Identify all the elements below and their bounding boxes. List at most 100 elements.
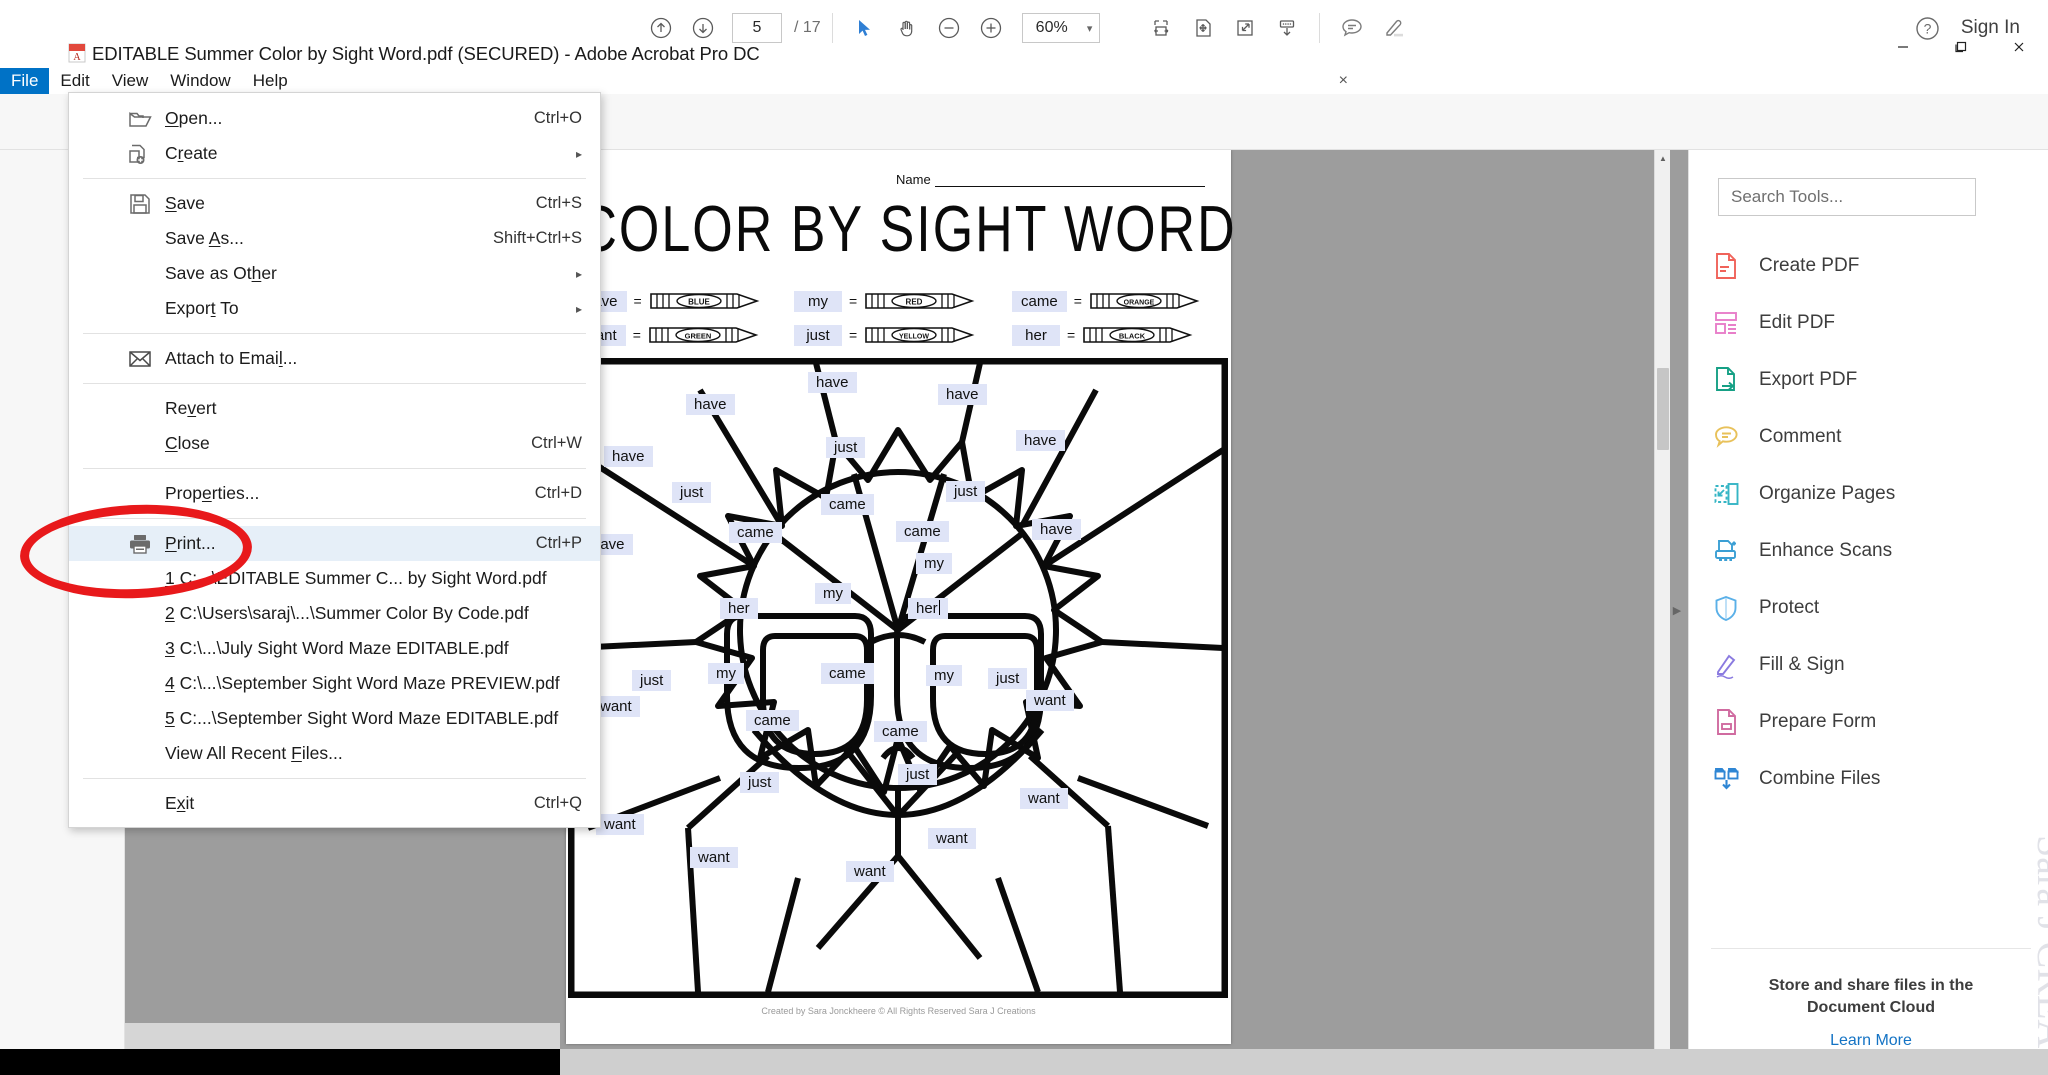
form-field-want[interactable]: want [1026, 690, 1074, 712]
tool-enhance-scans[interactable]: Enhance Scans [1711, 523, 2031, 579]
select-tool-icon[interactable] [844, 7, 886, 49]
form-field-have[interactable]: have [1016, 430, 1065, 452]
menu-item-save-as-other[interactable]: Save as Other ▸ [69, 256, 600, 291]
form-field-came[interactable]: came [821, 494, 874, 516]
menu-help[interactable]: Help [242, 68, 299, 94]
help-icon[interactable]: ? [1907, 7, 1949, 49]
tool-fill-and-sign[interactable]: Fill & Sign [1711, 637, 2031, 693]
scroll-up-arrow[interactable]: ▲ [1655, 150, 1671, 167]
document-vertical-scrollbar[interactable]: ▲ ▼ [1654, 150, 1670, 1075]
fullscreen-icon[interactable] [1224, 7, 1266, 49]
form-field-want[interactable]: want [928, 828, 976, 850]
form-field-just[interactable]: just [740, 772, 780, 794]
file-menu-dropdown[interactable]: Open... Ctrl+O Create ▸ Save Ctrl+S Save As...… [68, 92, 601, 828]
form-field-came[interactable]: came [746, 710, 799, 732]
menu-item-create[interactable]: Create ▸ [69, 136, 600, 171]
menu-item-open[interactable]: Open... Ctrl+O [69, 101, 600, 136]
form-field-have[interactable]: have [938, 384, 987, 406]
form-field-want[interactable]: want [1020, 788, 1068, 810]
menu-item-label: 1 C:...\EDITABLE Summer C... by Sight Wo… [165, 568, 547, 588]
zoom-level-select[interactable]: 60% ▾ [1021, 13, 1100, 43]
tool-combine-files[interactable]: Combine Files [1711, 751, 2031, 807]
form-field-came[interactable]: came [821, 663, 874, 685]
menu-view[interactable]: View [101, 68, 160, 94]
menu-item-save[interactable]: Save Ctrl+S [69, 186, 600, 221]
menu-item-exit[interactable]: Exit Ctrl+Q [69, 786, 600, 821]
form-field-want[interactable]: want [846, 861, 894, 883]
form-field-came[interactable]: came [896, 521, 949, 543]
menu-item-2-c-users-saraj-summer-color-by-co[interactable]: 2 C:\Users\saraj\...\Summer Color By Cod… [69, 596, 600, 631]
tool-edit-pdf[interactable]: Edit PDF [1711, 295, 2031, 351]
menu-window[interactable]: Window [159, 68, 241, 94]
highlight-icon[interactable] [1373, 7, 1415, 49]
form-field-came[interactable]: came [729, 522, 782, 544]
scroll-mode-icon[interactable] [1266, 7, 1308, 49]
menu-item-view-all-recent-files[interactable]: View All Recent Files... [69, 736, 600, 771]
menu-item-5-c-september-sight-word-maze-edit[interactable]: 5 C:...\September Sight Word Maze EDITAB… [69, 701, 600, 736]
form-field-my[interactable]: my [916, 553, 952, 575]
toolbar-navigation-group: 5 / 17 60% ▾ [640, 0, 1100, 56]
form-field-just[interactable]: just [898, 764, 938, 786]
menu-item-export-to[interactable]: Export To ▸ [69, 291, 600, 326]
pen-sign-icon [1711, 650, 1741, 680]
menu-item-properties[interactable]: Properties... Ctrl+D [69, 476, 600, 511]
previous-page-icon[interactable] [640, 7, 682, 49]
form-field-my[interactable]: my [708, 663, 744, 685]
panel-collapse-handle[interactable]: ▶ [1671, 590, 1683, 630]
menu-item-label: Revert [165, 398, 217, 418]
tool-export-pdf[interactable]: Export PDF [1711, 352, 2031, 408]
close-toolbar-icon[interactable]: × [1339, 72, 1348, 90]
form-field-my[interactable]: my [815, 583, 851, 605]
menu-item-print[interactable]: Print... Ctrl+P [69, 526, 600, 561]
form-field-want[interactable]: want [690, 847, 738, 869]
form-field-just[interactable]: just [946, 481, 986, 503]
menu-item-attach-to-email[interactable]: Attach to Email... [69, 341, 600, 376]
zoom-out-icon[interactable] [928, 7, 970, 49]
form-field-have[interactable]: have [686, 394, 735, 416]
tool-create-pdf[interactable]: Create PDF [1711, 238, 2031, 294]
menu-item-close[interactable]: Close Ctrl+W [69, 426, 600, 461]
menu-item-revert[interactable]: Revert [69, 391, 600, 426]
menu-item-1-c-editable-summer-c-by-sight-wor[interactable]: 1 C:...\EDITABLE Summer C... by Sight Wo… [69, 561, 600, 596]
hand-tool-icon[interactable] [886, 7, 928, 49]
fit-page-icon[interactable] [1182, 7, 1224, 49]
form-field-just[interactable]: just [632, 670, 672, 692]
comment-icon[interactable] [1331, 7, 1373, 49]
tool-label: Create PDF [1759, 255, 1860, 276]
tool-organize-pages[interactable]: Organize Pages [1711, 466, 2031, 522]
tool-protect[interactable]: Protect [1711, 580, 2031, 636]
form-field-just[interactable]: just [826, 437, 866, 459]
menu-file[interactable]: File [0, 68, 50, 94]
menu-separator [83, 178, 586, 179]
form-field-want[interactable]: want [596, 814, 644, 836]
menu-item-label: Create [165, 143, 218, 163]
page-number-input[interactable]: 5 [732, 13, 782, 43]
zoom-in-icon[interactable] [970, 7, 1012, 49]
scrollbar-thumb[interactable] [1657, 368, 1669, 450]
form-field-my[interactable]: my [926, 665, 962, 687]
legend-item-5: her = BLACK [1012, 324, 1230, 346]
form-field-have[interactable]: have [808, 372, 857, 394]
form-field-just[interactable]: just [988, 668, 1028, 690]
sign-in-button[interactable]: Sign In [1961, 17, 2020, 39]
form-field-her[interactable]: her [720, 598, 758, 620]
menu-item-4-c-september-sight-word-maze-prev[interactable]: 4 C:\...\September Sight Word Maze PREVI… [69, 666, 600, 701]
menu-item-3-c-july-sight-word-maze-editable-[interactable]: 3 C:\...\July Sight Word Maze EDITABLE.p… [69, 631, 600, 666]
menu-item-save-as[interactable]: Save As... Shift+Ctrl+S [69, 221, 600, 256]
next-page-icon[interactable] [682, 7, 724, 49]
tool-label: Organize Pages [1759, 483, 1896, 504]
search-tools-input[interactable]: Search Tools... [1718, 178, 1976, 216]
tool-comment[interactable]: Comment [1711, 409, 2031, 465]
form-field-came[interactable]: came [874, 721, 927, 743]
menu-edit[interactable]: Edit [49, 68, 100, 94]
form-field-have[interactable]: have [604, 446, 653, 468]
fit-width-icon[interactable] [1140, 7, 1182, 49]
form-field-her[interactable]: her [908, 598, 948, 620]
tool-prepare-form[interactable]: Prepare Form [1711, 694, 2031, 750]
form-field-have[interactable]: have [1032, 519, 1081, 541]
legend-item-4: just = YELLOW [794, 324, 1012, 346]
learn-more-link[interactable]: Learn More [1711, 1032, 2031, 1050]
form-field-just[interactable]: just [672, 482, 712, 504]
acrobat-window: A EDITABLE Summer Color by Sight Word.pd… [0, 0, 2048, 1075]
tools-panel: Search Tools... Create PDF Edit PDF Expo… [1688, 150, 2048, 1075]
